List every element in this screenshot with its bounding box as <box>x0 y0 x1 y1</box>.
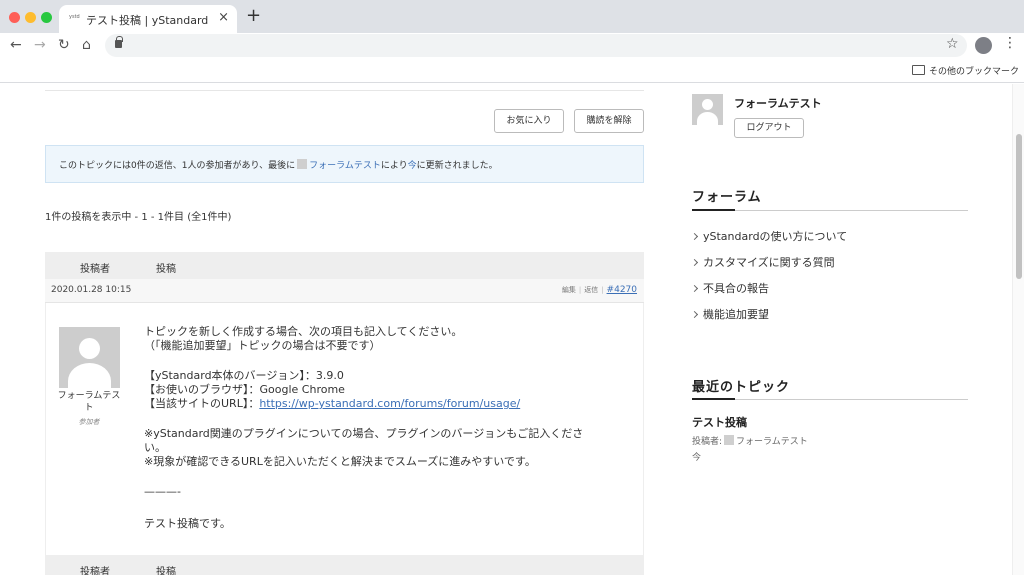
sidebar-forum-item[interactable]: 不具合の報告 <box>690 280 769 296</box>
posts-table-header: 投稿者 投稿 <box>45 252 644 279</box>
reload-icon[interactable]: ↻ <box>58 36 70 54</box>
pagination-count: 1件の投稿を表示中 - 1 - 1件目 (全1件中) <box>45 212 232 223</box>
post-permalink[interactable]: #4270 <box>607 285 637 295</box>
chevron-right-icon <box>690 284 699 293</box>
divider <box>45 90 644 91</box>
browser-tabstrip: ystd テスト投稿 | yStandard × + <box>0 0 1024 33</box>
post-date: 2020.01.28 10:15 <box>51 285 132 295</box>
unsubscribe-button[interactable]: 購読を解除 <box>574 109 644 133</box>
recent-topic-author-link[interactable]: フォーラムテスト <box>736 437 808 447</box>
chevron-right-icon <box>690 310 699 319</box>
author-name-link[interactable]: フォーラムテスト <box>56 390 122 414</box>
recent-topic-time: 今 <box>692 453 702 463</box>
site-url-link[interactable]: https://wp-ystandard.com/forums/forum/us… <box>259 397 520 410</box>
author-mini-avatar <box>297 159 308 169</box>
address-bar[interactable] <box>105 34 967 57</box>
post-line: 【yStandard本体のバージョン】：3.9.0 <box>144 369 344 382</box>
sidebar-user-avatar[interactable] <box>692 94 723 125</box>
tab-close-icon[interactable]: × <box>218 10 229 25</box>
page-content: お気に入り 購読を解除 このトピックには0件の返信、1人の参加者があり、最後にフ… <box>0 84 1024 575</box>
notice-text: このトピックには0件の返信、1人の参加者があり、最後に フォーラムテストにより今に… <box>59 158 498 171</box>
reply-link[interactable]: 返信 <box>584 286 598 294</box>
favorite-button[interactable]: お気に入り <box>494 109 564 133</box>
browser-tab[interactable]: ystd テスト投稿 | yStandard × <box>59 5 237 33</box>
author-avatar[interactable] <box>59 327 120 388</box>
notice-suffix: により <box>380 161 408 171</box>
url-label: 【当該サイトのURL】： <box>144 397 260 410</box>
post-line: ———- <box>144 485 181 498</box>
home-icon[interactable]: ⌂ <box>82 36 91 54</box>
topic-info-notice: このトピックには0件の返信、1人の参加者があり、最後に フォーラムテストにより今に… <box>45 145 644 183</box>
posts-table-footer: 投稿者 投稿 <box>45 555 644 575</box>
recent-heading-rule <box>692 398 968 400</box>
chevron-right-icon <box>690 258 699 267</box>
post-line: 【お使いのブラウザ】：Google Chrome <box>144 383 345 396</box>
notice-prefix: このトピックには0件の返信、1人の参加者があり、最後に <box>59 161 296 171</box>
column-author: 投稿者 <box>80 264 110 275</box>
scrollbar-thumb[interactable] <box>1016 134 1022 279</box>
browser-menu-icon[interactable]: ⋮ <box>1003 35 1017 51</box>
sidebar-forum-item[interactable]: 機能追加要望 <box>690 306 769 322</box>
site-favicon-icon: ystd <box>69 14 80 20</box>
notice-end: に更新されました。 <box>416 161 498 171</box>
post-line: ※現象が確認できるURLを記入いただくと解決までスムーズに進みやすいです。 <box>144 455 536 468</box>
close-window-button[interactable] <box>9 12 20 23</box>
post-line: い。 <box>144 441 166 454</box>
post-line: 【当該サイトのURL】：https://wp-ystandard.com/for… <box>144 397 520 410</box>
minimize-window-button[interactable] <box>25 12 36 23</box>
post-admin-links: 編集 | 返信 | #4270 <box>561 285 637 295</box>
tab-title: テスト投稿 | yStandard <box>86 14 209 27</box>
folder-icon <box>912 65 925 75</box>
forum-heading-rule <box>692 209 968 211</box>
author-mini-avatar <box>724 435 735 445</box>
maximize-window-button[interactable] <box>41 12 52 23</box>
post-line: トピックを新しく作成する場合、次の項目も記入してください。 <box>144 325 463 338</box>
post-body: フォーラムテスト 参加者 トピックを新しく作成する場合、次の項目も記入してくださ… <box>45 303 644 555</box>
recent-topic-meta: 投稿者: フォーラムテスト <box>692 435 808 447</box>
back-icon[interactable]: ← <box>10 36 22 54</box>
new-tab-button[interactable]: + <box>246 6 261 26</box>
browser-toolbar: ← → ↻ ⌂ <box>0 33 1024 59</box>
chevron-right-icon <box>690 232 699 241</box>
post-line: ※yStandard関連のプラグインについての場合、プラグインのバージョンもご記… <box>144 427 584 440</box>
bookmarks-bar: その他のブックマーク <box>0 59 1024 83</box>
sidebar-forum-item[interactable]: カスタマイズに関する質問 <box>690 254 835 270</box>
column-post: 投稿 <box>156 264 176 275</box>
notice-author-link[interactable]: フォーラムテスト <box>309 161 381 171</box>
author-role: 参加者 <box>78 418 100 426</box>
lock-icon <box>115 36 123 48</box>
sidebar-user-name[interactable]: フォーラムテスト <box>734 95 822 111</box>
notice-time-link[interactable]: 今 <box>408 161 417 171</box>
recent-topic-link[interactable]: テスト投稿 <box>692 414 747 430</box>
profile-avatar[interactable] <box>975 37 992 54</box>
footer-column-author: 投稿者 <box>80 567 110 575</box>
forum-heading: フォーラム <box>692 190 762 205</box>
post-line: （「機能追加要望」トピックの場合は不要です） <box>144 339 381 352</box>
forward-icon[interactable]: → <box>34 36 46 54</box>
page-scrollbar[interactable] <box>1012 84 1024 575</box>
logout-button[interactable]: ログアウト <box>734 118 804 138</box>
other-bookmarks-link[interactable]: その他のブックマーク <box>929 64 1019 77</box>
edit-link[interactable]: 編集 <box>562 286 576 294</box>
post-meta-row: 2020.01.28 10:15 編集 | 返信 | #4270 <box>45 279 644 303</box>
bookmark-star-icon[interactable]: ☆ <box>946 36 959 52</box>
sidebar-forum-item[interactable]: yStandardの使い方について <box>690 228 847 244</box>
recent-topics-heading: 最近のトピック <box>692 380 791 395</box>
post-line: テスト投稿です。 <box>144 517 231 530</box>
footer-column-post: 投稿 <box>156 567 176 575</box>
